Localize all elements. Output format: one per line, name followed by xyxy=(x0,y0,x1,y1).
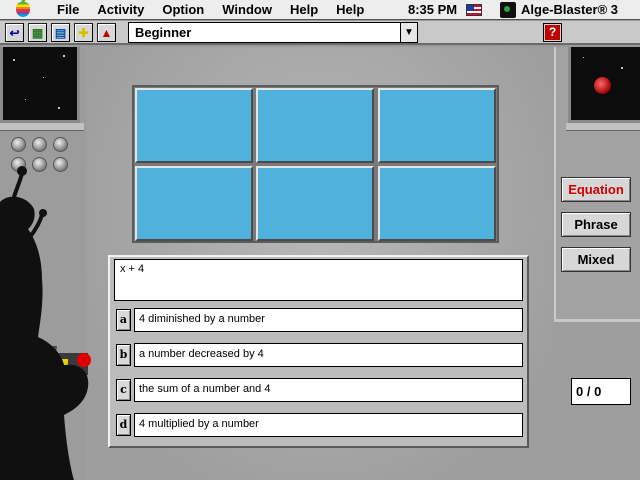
help-icon: ? xyxy=(545,25,560,40)
application-menu-label[interactable]: Alge-Blaster® 3 xyxy=(521,2,618,17)
level-select[interactable]: Beginner ▼ xyxy=(128,22,418,43)
menu-help-2[interactable]: Help xyxy=(336,2,364,17)
alien-body xyxy=(0,196,89,480)
expression-display: x + 4 xyxy=(114,259,523,301)
choice-c-text[interactable]: the sum of a number and 4 xyxy=(134,378,523,402)
calculator-icon[interactable]: ▦ xyxy=(28,23,47,42)
choice-d-text[interactable]: 4 multiplied by a number xyxy=(134,413,523,437)
mixed-button[interactable]: Mixed xyxy=(561,247,631,272)
tile[interactable] xyxy=(135,88,253,163)
tile[interactable] xyxy=(256,88,374,163)
tile-grid xyxy=(132,85,499,243)
menu-bar: File Activity Option Window Help Help 8:… xyxy=(0,0,640,20)
right-space-window xyxy=(568,47,640,123)
phrase-button[interactable]: Phrase xyxy=(561,212,631,237)
choice-b-text[interactable]: a number decreased by 4 xyxy=(134,343,523,367)
tile[interactable] xyxy=(135,166,253,241)
tile[interactable] xyxy=(378,88,496,163)
alien-pilot-silhouette xyxy=(0,166,91,480)
plus-icon[interactable]: ✚ xyxy=(74,23,93,42)
tile[interactable] xyxy=(256,166,374,241)
choice-a-text[interactable]: 4 diminished by a number xyxy=(134,308,523,332)
menu-window[interactable]: Window xyxy=(222,2,272,17)
chevron-down-icon[interactable]: ▼ xyxy=(400,23,417,42)
level-select-value: Beginner xyxy=(135,25,192,40)
menu-option[interactable]: Option xyxy=(162,2,204,17)
menu-activity[interactable]: Activity xyxy=(97,2,144,17)
menubar-clock[interactable]: 8:35 PM xyxy=(408,2,457,17)
menu-file[interactable]: File xyxy=(57,2,79,17)
tile[interactable] xyxy=(378,166,496,241)
planet-icon xyxy=(594,77,611,94)
game-area: Equation Phrase Mixed 0 / 0 x + 4 a 4 di… xyxy=(0,47,640,480)
app-icon[interactable] xyxy=(500,2,516,18)
question-panel: x + 4 a 4 diminished by a number b a num… xyxy=(108,255,529,448)
right-ledge xyxy=(566,123,640,131)
menu-help[interactable]: Help xyxy=(290,2,318,17)
toolbar: ↩ ▦ ▤ ✚ ▲ Beginner ▼ ? xyxy=(0,21,640,45)
apple-menu-icon[interactable] xyxy=(16,2,30,17)
grid-icon[interactable]: ▤ xyxy=(51,23,70,42)
ship-icon[interactable]: ▲ xyxy=(97,23,116,42)
equation-button[interactable]: Equation xyxy=(561,177,631,202)
score-display: 0 / 0 xyxy=(571,378,631,405)
back-arrow-icon[interactable]: ↩ xyxy=(5,23,24,42)
us-flag-icon[interactable] xyxy=(466,4,482,16)
help-button[interactable]: ? xyxy=(543,23,562,42)
